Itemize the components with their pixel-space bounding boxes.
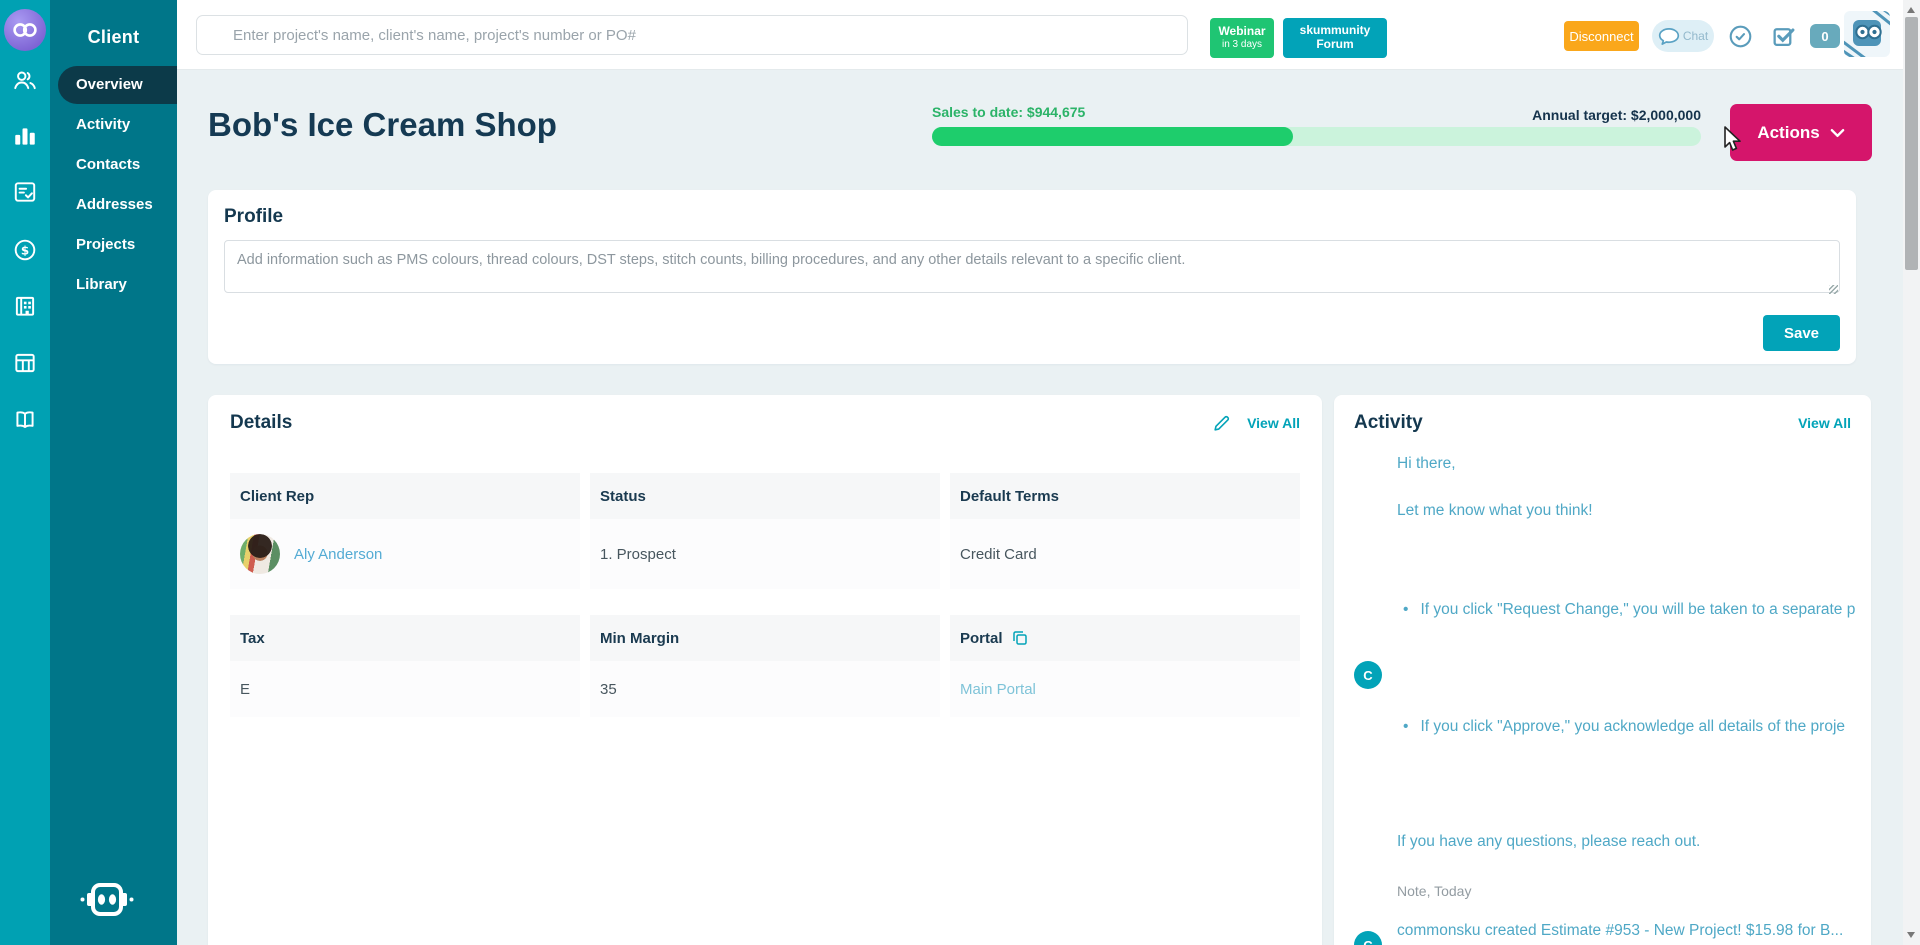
chat-label: Chat [1682,29,1709,43]
scrollbar-thumb[interactable] [1905,17,1918,270]
activity-view-all-link[interactable]: View All [1798,415,1851,431]
forum-button-line1: skummunity [1299,23,1371,38]
disconnect-button[interactable]: Disconnect [1564,21,1639,51]
activity-card: Activity View All Hi there, Let me know … [1334,395,1871,945]
field-label: Default Terms [950,473,1300,519]
sidebar-item-addresses[interactable]: Addresses [50,186,177,224]
client-rep-cell: Aly Anderson [230,519,580,589]
min-margin-value: 35 [590,661,940,717]
portal-header-cell: Portal [950,615,1300,661]
forum-button-line2: Forum [1316,37,1354,51]
details-title: Details [230,412,293,433]
chevron-down-icon [1830,128,1845,137]
infinity-logo-icon [13,23,37,37]
sidebar: Client Overview Activity Contacts Addres… [50,0,177,945]
annual-target-label: Annual target: $2,000,000 [1532,107,1701,123]
page-scrollbar [1903,0,1920,945]
topbar: Webinar in 3 days skummunity Forum Disco… [177,0,1903,70]
sales-progress-bar [932,127,1701,146]
book-icon[interactable] [0,407,50,433]
field-label: Client Rep [230,473,580,519]
activity-bullet-message: If you click "Request Change," you will … [1403,601,1855,619]
commonsku-avatar: C [1354,931,1382,945]
details-view-all-link[interactable]: View All [1247,415,1300,431]
activity-note-meta: Note, Today [1397,883,1472,899]
scrollbar-up-arrow[interactable] [1907,7,1915,13]
sales-to-date-label: Sales to date: $944,675 [932,104,1086,120]
status-value: 1. Prospect [590,519,940,589]
field-label: Status [590,473,940,519]
save-button[interactable]: Save [1763,315,1840,351]
sidebar-item-library[interactable]: Library [50,266,177,304]
profile-card: Profile Save [208,190,1856,364]
commonsku-avatar: C [1354,661,1382,689]
activity-message: Let me know what you think! [1397,502,1593,519]
client-rep-avatar[interactable] [240,534,280,574]
default-terms-value: Credit Card [950,519,1300,589]
page-title: Bob's Ice Cream Shop [208,106,557,143]
icon-rail: $ [0,0,50,945]
activity-estimate-link[interactable]: commonsku created Estimate #953 - New Pr… [1397,922,1843,940]
sidebar-item-contacts[interactable]: Contacts [50,146,177,184]
actions-button-label: Actions [1757,122,1820,142]
activity-bullet-message: If you click "Approve," you acknowledge … [1403,718,1845,736]
sidebar-nav: Overview Activity Contacts Addresses Pro… [50,66,177,306]
details-card: Details View All Client Rep Status Defau… [208,395,1322,945]
people-icon[interactable] [0,67,50,93]
sidebar-title: Client [87,27,140,47]
activity-message: If you have any questions, please reach … [1397,833,1701,850]
building-icon[interactable] [0,293,50,319]
sidebar-item-overview[interactable]: Overview [58,66,177,104]
copy-icon[interactable] [1011,629,1029,647]
clock-check-icon[interactable] [1728,24,1753,49]
search-input[interactable] [196,15,1188,55]
activity-message: Hi there, [1397,455,1456,472]
webinar-button[interactable]: Webinar in 3 days [1210,18,1274,58]
sidebar-item-activity[interactable]: Activity [50,106,177,144]
sales-progress-fill [932,127,1294,146]
actions-button[interactable]: Actions [1730,104,1872,161]
main-portal-link[interactable]: Main Portal [960,681,1036,698]
svg-text:$: $ [21,243,29,257]
chat-button[interactable]: Chat [1652,20,1714,52]
chat-bubble-icon [1658,27,1679,45]
bar-chart-icon[interactable] [0,123,50,149]
tasks-checkbox-icon[interactable] [1771,24,1796,49]
webinar-button-line2: in 3 days [1221,39,1263,51]
notification-count-badge[interactable]: 0 [1810,24,1840,48]
client-rep-link[interactable]: Aly Anderson [294,546,382,563]
tax-value: E [230,661,580,717]
grid-spacer [230,589,1300,615]
field-label: Min Margin [590,615,940,661]
table-icon[interactable] [0,350,50,376]
field-label: Tax [230,615,580,661]
dollar-icon[interactable]: $ [0,237,50,263]
activity-title: Activity [1354,412,1423,433]
commonsku-logo[interactable] [4,9,46,51]
clipboard-list-icon[interactable] [0,179,50,205]
profile-notes-textarea[interactable] [224,240,1840,293]
skummunity-forum-button[interactable]: skummunity Forum [1283,18,1387,58]
profile-title: Profile [224,206,284,227]
user-avatar[interactable] [1844,11,1890,57]
sidebar-item-projects[interactable]: Projects [50,226,177,264]
portal-cell: Main Portal [950,661,1300,717]
edit-pencil-icon[interactable] [1212,414,1231,433]
webinar-button-line1: Webinar [1218,24,1266,39]
robot-assistant-icon[interactable] [78,877,136,930]
details-grid: Client Rep Status Default Terms Aly Ande… [230,473,1300,717]
field-label: Portal [960,629,1003,647]
scrollbar-down-arrow[interactable] [1907,932,1915,938]
